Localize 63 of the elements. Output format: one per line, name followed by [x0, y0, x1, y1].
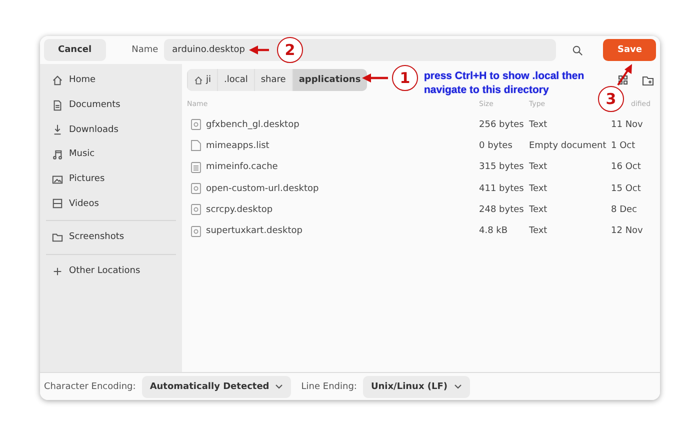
sidebar-item[interactable]: Home — [40, 68, 182, 93]
annotation-note: press Ctrl+H to show .local then navigate to this directory — [424, 69, 586, 97]
file-type: Text — [529, 161, 548, 174]
sidebar-item[interactable]: Music — [40, 142, 182, 167]
file-type: Text — [529, 225, 548, 238]
file-type: Text — [529, 204, 548, 217]
file-name[interactable]: gfxbench_gl.desktop — [187, 114, 479, 136]
home-icon — [52, 74, 63, 86]
file-size: 315 bytes — [479, 161, 525, 174]
gear-file-icon — [191, 226, 201, 237]
file-size: 4.8 kB — [479, 225, 509, 238]
file-type: Empty document — [529, 140, 608, 153]
chevron-down-icon — [275, 384, 284, 389]
file-date: 11 Nov — [611, 118, 644, 132]
file-name[interactable]: mimeinfo.cache — [187, 156, 479, 178]
file-icon — [191, 140, 201, 152]
file-name[interactable]: mimeapps.list — [187, 135, 479, 157]
arrow — [617, 64, 633, 86]
file-size: 256 bytes — [479, 118, 525, 132]
cancel-button[interactable]: Cancel — [44, 39, 106, 61]
file-name[interactable]: scrcpy.desktop — [187, 199, 479, 220]
text-file-icon — [191, 162, 201, 173]
arrow — [249, 45, 269, 55]
file-date: 12 Nov — [611, 225, 644, 238]
new-folder-icon[interactable] — [642, 74, 654, 86]
file-name[interactable]: open-custom-url.desktop — [187, 178, 479, 200]
gear-file-icon — [191, 183, 201, 194]
gear-file-icon — [191, 204, 201, 216]
sidebar-item[interactable]: Documents — [40, 92, 182, 118]
line-ending-label: Line Ending: — [301, 382, 357, 392]
line-ending-dropdown[interactable]: Unix/Linux (LF) — [362, 376, 470, 398]
chevron-down-icon — [454, 384, 462, 389]
download-icon — [52, 124, 63, 136]
file-name[interactable]: supertuxkart.desktop — [187, 220, 479, 242]
sidebar-item[interactable]: Screenshots — [40, 225, 182, 250]
file-size: 248 bytes — [479, 204, 525, 217]
music-note-icon — [52, 148, 63, 160]
grid-view-icon[interactable] — [618, 75, 628, 85]
arrow — [362, 73, 388, 83]
file-date: 16 Oct — [611, 161, 642, 174]
search-icon[interactable] — [572, 44, 584, 56]
sidebar-item[interactable]: Pictures — [40, 166, 182, 192]
file-type: Text — [529, 118, 548, 132]
sidebar-item[interactable]: Other Locations — [40, 258, 182, 284]
file-date: 1 Oct — [611, 140, 636, 153]
file-size: 0 bytes — [479, 140, 514, 153]
path-segment[interactable]: applications — [292, 69, 367, 91]
file-date: 15 Oct — [611, 182, 642, 196]
gear-file-icon — [191, 119, 201, 130]
plus-icon — [52, 266, 63, 277]
file-size: 411 bytes — [479, 182, 525, 196]
sidebar-item[interactable]: Videos — [40, 191, 182, 216]
document-icon — [52, 100, 63, 111]
save-button[interactable]: Save — [603, 39, 656, 61]
encoding-label: Character Encoding: — [44, 382, 136, 392]
encoding-dropdown[interactable]: Automatically Detected — [142, 376, 292, 398]
folder-icon — [52, 232, 63, 243]
film-icon — [52, 198, 63, 210]
file-date: 8 Dec — [611, 204, 638, 217]
picture-icon — [52, 174, 63, 185]
sidebar-item[interactable]: Downloads — [40, 117, 182, 142]
file-type: Text — [529, 182, 548, 196]
name-label: Name — [132, 45, 158, 55]
